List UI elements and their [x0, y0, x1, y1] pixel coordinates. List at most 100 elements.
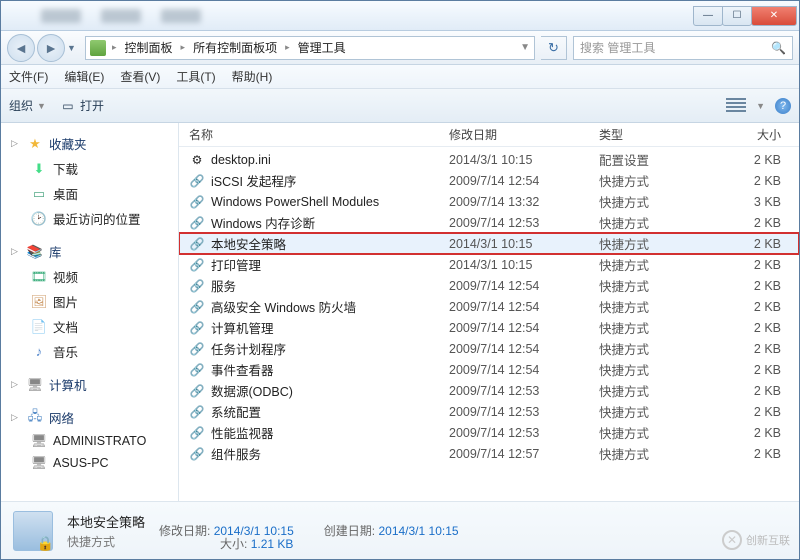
sidebar-item-video[interactable]: 🎞视频 — [1, 264, 178, 289]
file-row[interactable]: ⚙desktop.ini2014/3/1 10:15配置设置2 KB — [179, 149, 799, 170]
file-row[interactable]: 🔗本地安全策略2014/3/1 10:15快捷方式2 KB — [179, 233, 799, 254]
file-row[interactable]: 🔗事件查看器2009/7/14 12:54快捷方式2 KB — [179, 359, 799, 380]
star-icon: ★ — [27, 136, 43, 152]
file-row[interactable]: 🔗iSCSI 发起程序2009/7/14 12:54快捷方式2 KB — [179, 170, 799, 191]
file-icon: 🔗 — [189, 383, 205, 399]
file-type: 快捷方式 — [599, 402, 719, 421]
breadcrumb-item[interactable]: 控制面板 — [123, 39, 175, 56]
column-size[interactable]: 大小 — [719, 126, 799, 143]
column-date[interactable]: 修改日期 — [449, 126, 599, 143]
sidebar-favorites[interactable]: ▷★ 收藏夹 — [1, 131, 178, 156]
file-date: 2009/7/14 12:53 — [449, 384, 599, 398]
sidebar-item-music[interactable]: ♪音乐 — [1, 339, 178, 364]
file-name: 组件服务 — [211, 444, 261, 463]
menu-tools[interactable]: 工具(T) — [176, 68, 215, 85]
file-type: 快捷方式 — [599, 318, 719, 337]
menu-edit[interactable]: 编辑(E) — [64, 68, 104, 85]
file-row[interactable]: 🔗任务计划程序2009/7/14 12:54快捷方式2 KB — [179, 338, 799, 359]
open-icon: ▭ — [60, 98, 76, 114]
computer-icon: 🖥 — [27, 377, 43, 393]
sidebar-item-downloads[interactable]: ⬇下载 — [1, 156, 178, 181]
sidebar-computer[interactable]: ▷🖥 计算机 — [1, 372, 178, 397]
breadcrumb-item[interactable]: 管理工具 — [296, 39, 348, 56]
file-row[interactable]: 🔗组件服务2009/7/14 12:57快捷方式2 KB — [179, 443, 799, 464]
network-icon: 🖧 — [27, 410, 43, 426]
file-row[interactable]: 🔗数据源(ODBC)2009/7/14 12:53快捷方式2 KB — [179, 380, 799, 401]
file-icon: ⚙ — [189, 152, 205, 168]
forward-button[interactable]: ► — [37, 34, 65, 62]
file-name: 性能监视器 — [211, 423, 274, 442]
back-button[interactable]: ◄ — [7, 34, 35, 62]
file-row[interactable]: 🔗服务2009/7/14 12:54快捷方式2 KB — [179, 275, 799, 296]
breadcrumb-item[interactable]: 所有控制面板项 — [191, 39, 279, 56]
details-title: 本地安全策略 — [67, 515, 145, 530]
file-date: 2009/7/14 12:54 — [449, 342, 599, 356]
titlebar[interactable]: — ☐ ✕ — [1, 1, 799, 31]
file-icon: 🔗 — [189, 194, 205, 210]
list-header: 名称 修改日期 类型 大小 — [179, 123, 799, 147]
file-icon: 🔗 — [189, 446, 205, 462]
file-icon: 🔗 — [189, 215, 205, 231]
column-type[interactable]: 类型 — [599, 126, 719, 143]
library-icon: 📚 — [27, 244, 43, 260]
address-bar[interactable]: ▸ 控制面板 ▸ 所有控制面板项 ▸ 管理工具 ▼ — [85, 36, 535, 60]
open-button[interactable]: ▭ 打开 — [60, 97, 104, 114]
menu-view[interactable]: 查看(V) — [120, 68, 160, 85]
file-type: 快捷方式 — [599, 171, 719, 190]
file-date: 2009/7/14 12:57 — [449, 447, 599, 461]
file-type: 快捷方式 — [599, 276, 719, 295]
column-name[interactable]: 名称 — [179, 126, 449, 143]
file-date: 2009/7/14 12:54 — [449, 321, 599, 335]
video-icon: 🎞 — [31, 269, 47, 285]
file-type: 快捷方式 — [599, 297, 719, 316]
file-type: 快捷方式 — [599, 213, 719, 232]
file-type: 快捷方式 — [599, 423, 719, 442]
sidebar-libraries[interactable]: ▷📚 库 — [1, 239, 178, 264]
menubar: 文件(F) 编辑(E) 查看(V) 工具(T) 帮助(H) — [1, 65, 799, 89]
file-row[interactable]: 🔗Windows 内存诊断2009/7/14 12:53快捷方式2 KB — [179, 212, 799, 233]
refresh-button[interactable]: ↻ — [541, 36, 567, 60]
file-type: 快捷方式 — [599, 444, 719, 463]
file-icon: 🔗 — [189, 299, 205, 315]
view-options-button[interactable] — [726, 98, 746, 114]
file-size: 2 KB — [719, 216, 799, 230]
file-row[interactable]: 🔗性能监视器2009/7/14 12:53快捷方式2 KB — [179, 422, 799, 443]
sidebar-item-recent[interactable]: 🕑最近访问的位置 — [1, 206, 178, 231]
menu-file[interactable]: 文件(F) — [9, 68, 48, 85]
file-icon: 🔗 — [189, 320, 205, 336]
file-row[interactable]: 🔗系统配置2009/7/14 12:53快捷方式2 KB — [179, 401, 799, 422]
minimize-button[interactable]: — — [693, 6, 723, 26]
file-type: 快捷方式 — [599, 192, 719, 211]
file-icon: 🔗 — [189, 257, 205, 273]
file-row[interactable]: 🔗打印管理2014/3/1 10:15快捷方式2 KB — [179, 254, 799, 275]
document-icon: 📄 — [31, 319, 47, 335]
sidebar-item-documents[interactable]: 📄文档 — [1, 314, 178, 339]
organize-button[interactable]: 组织 ▼ — [9, 97, 46, 114]
sidebar-item-pictures[interactable]: 🖼图片 — [1, 289, 178, 314]
file-date: 2009/7/14 12:53 — [449, 405, 599, 419]
sidebar-item-desktop[interactable]: ▭桌面 — [1, 181, 178, 206]
sidebar-item-pc[interactable]: 🖥ASUS-PC — [1, 452, 178, 474]
file-date: 2014/3/1 10:15 — [449, 237, 599, 251]
file-name: desktop.ini — [211, 153, 271, 167]
pc-icon: 🖥 — [31, 455, 47, 471]
file-size: 2 KB — [719, 153, 799, 167]
sidebar-network[interactable]: ▷🖧 网络 — [1, 405, 178, 430]
maximize-button[interactable]: ☐ — [722, 6, 752, 26]
file-type: 快捷方式 — [599, 360, 719, 379]
history-dropdown[interactable]: ▼ — [67, 43, 79, 53]
file-icon: 🔗 — [189, 236, 205, 252]
file-row[interactable]: 🔗高级安全 Windows 防火墙2009/7/14 12:54快捷方式2 KB — [179, 296, 799, 317]
file-type: 快捷方式 — [599, 234, 719, 253]
help-button[interactable]: ? — [775, 98, 791, 114]
file-size: 2 KB — [719, 258, 799, 272]
file-date: 2014/3/1 10:15 — [449, 258, 599, 272]
menu-help[interactable]: 帮助(H) — [232, 68, 273, 85]
search-input[interactable]: 搜索 管理工具 🔍 — [573, 36, 793, 60]
file-row[interactable]: 🔗计算机管理2009/7/14 12:54快捷方式2 KB — [179, 317, 799, 338]
music-icon: ♪ — [31, 344, 47, 360]
close-button[interactable]: ✕ — [751, 6, 797, 26]
file-row[interactable]: 🔗Windows PowerShell Modules2009/7/14 13:… — [179, 191, 799, 212]
sidebar-item-pc[interactable]: 🖥ADMINISTRATO — [1, 430, 178, 452]
file-size: 2 KB — [719, 342, 799, 356]
